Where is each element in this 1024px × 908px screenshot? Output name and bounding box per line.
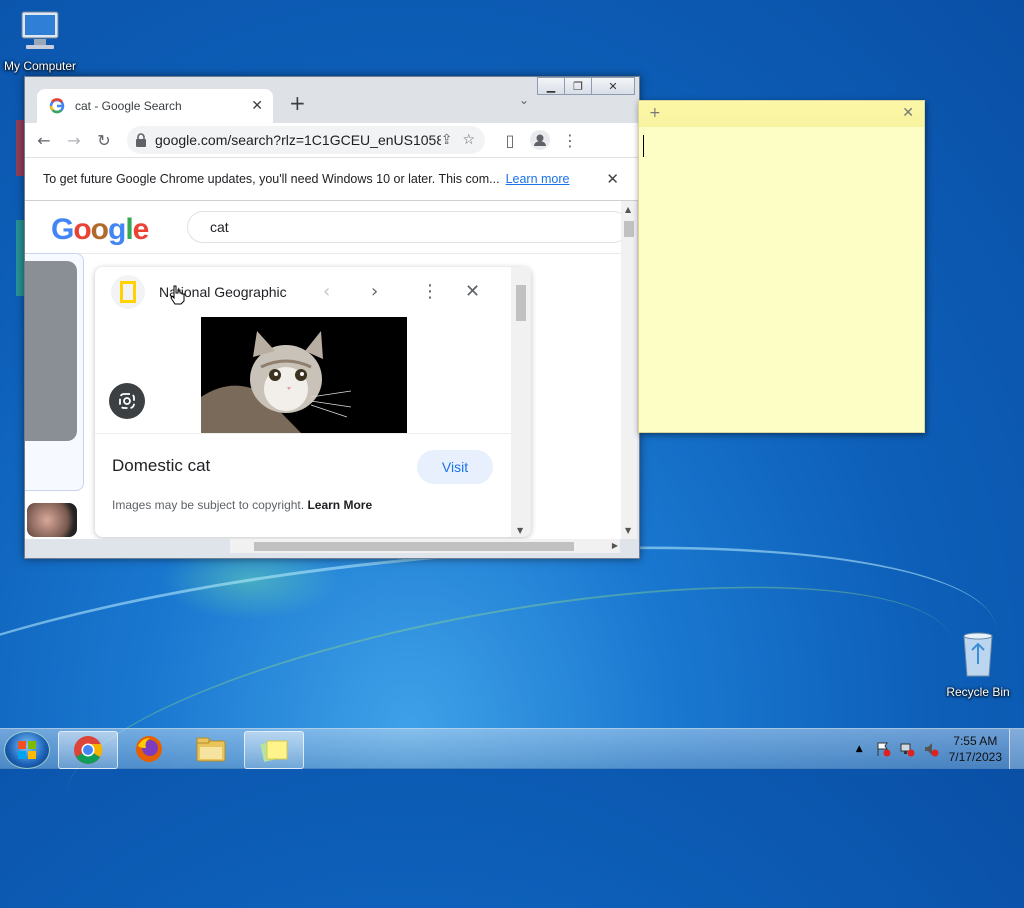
left-result-image[interactable] [25,261,77,441]
scroll-down-icon[interactable]: ▼ [625,526,631,535]
national-geographic-logo-icon [111,275,145,309]
desktop-icon-recycle-bin[interactable]: Recycle Bin [940,630,1016,699]
hand-cursor-icon [170,285,185,305]
minimize-button[interactable]: ▁ [537,77,565,95]
scroll-up-icon[interactable]: ▲ [625,205,631,214]
forward-arrow-icon[interactable]: → [63,129,85,151]
copyright-learn-more-link[interactable]: Learn More [307,498,372,512]
taskbar-chrome-button[interactable] [58,731,118,769]
tab-cat-search[interactable]: cat - Google Search ✕ [37,89,273,123]
image-title[interactable]: Domestic cat [112,456,210,476]
google-favicon-icon [49,98,65,114]
google-lens-icon[interactable] [109,383,145,419]
system-tray: ▲ 7:55 AM 7/17/2023 [856,729,1024,769]
address-bar[interactable]: google.com/search?rlz=1C1GCEU_enUS1058..… [127,126,485,154]
share-icon[interactable]: ⇪ [441,132,453,148]
scroll-right-icon[interactable]: ▶ [612,541,618,550]
page-vertical-scrollbar[interactable]: ▲ ▼ [621,201,637,539]
page-content: Google National Geographic ‹ › ⋮ ✕ [25,201,621,539]
panel-scroll-down-icon[interactable]: ▼ [517,526,523,535]
taskbar: ▲ 7:55 AM 7/17/2023 [0,728,1024,769]
profile-avatar-icon[interactable] [529,129,551,151]
desktop-icon-my-computer[interactable]: My Computer [2,8,78,73]
clock-date: 7/17/2023 [948,750,1002,764]
vertical-scroll-thumb[interactable] [624,221,634,237]
url-text[interactable]: google.com/search?rlz=1C1GCEU_enUS1058..… [155,132,441,148]
update-infobar: To get future Google Chrome updates, you… [25,157,639,201]
my-computer-label: My Computer [3,59,77,73]
show-hidden-icons-icon[interactable]: ▲ [856,744,863,754]
desktop-icon-partial[interactable] [16,220,24,296]
toolbar: ← → ↻ google.com/search?rlz=1C1GCEU_enUS… [25,123,639,157]
search-input[interactable] [208,218,592,236]
restore-button[interactable]: ❐ [564,77,592,95]
page-horizontal-scrollbar[interactable]: ▶ [230,539,620,553]
taskbar-firefox-button[interactable] [120,731,178,767]
new-tab-button[interactable]: + [289,91,306,115]
chrome-window: cat - Google Search ✕ + ⌄ ▁ ❐ ✕ ← → ↻ go… [24,76,640,559]
infobar-message: To get future Google Chrome updates, you… [43,172,500,186]
computer-icon [21,11,59,49]
sticky-notes-icon [260,740,288,762]
tab-title: cat - Google Search [75,99,182,113]
add-note-icon[interactable]: + [649,105,661,121]
lock-icon [136,133,146,147]
side-panel-icon[interactable]: ▯ [499,129,521,151]
window-controls: ▁ ❐ ✕ [537,77,635,95]
clock-time: 7:55 AM [953,734,998,748]
google-doodle-logo[interactable]: Google [51,213,149,247]
cat-image[interactable] [201,317,407,433]
bookmark-star-icon[interactable]: ☆ [462,132,475,148]
taskbar-explorer-button[interactable] [182,731,240,767]
close-panel-icon[interactable]: ✕ [465,281,480,302]
previous-image-icon[interactable]: ‹ [323,281,330,302]
taskbar-sticky-notes-button[interactable] [244,731,304,769]
header-divider [25,253,621,254]
tab-close-icon[interactable]: ✕ [251,98,263,114]
panel-scrollbar[interactable]: ▼ [511,267,531,537]
desktop-icon-partial[interactable] [16,120,24,176]
copyright-notice: Images may be subject to copyright. Lear… [112,498,372,512]
image-area [95,317,511,439]
volume-muted-icon[interactable] [923,741,939,757]
start-button[interactable] [4,731,50,769]
recycle-bin-icon [963,632,993,677]
image-info: Domestic cat Visit Images may be subject… [95,433,511,537]
image-preview-panel: National Geographic ‹ › ⋮ ✕ Domestic cat… [95,267,531,537]
panel-header: National Geographic ‹ › ⋮ ✕ [95,267,511,317]
close-window-button[interactable]: ✕ [591,77,635,95]
clock[interactable]: 7:55 AM 7/17/2023 [949,733,1002,765]
file-explorer-icon [196,737,226,762]
windows-logo-icon [18,741,36,759]
show-desktop-button[interactable] [1009,729,1024,769]
horizontal-scroll-thumb[interactable] [254,542,574,551]
copyright-text: Images may be subject to copyright. [112,498,305,512]
close-note-icon[interactable]: ✕ [902,105,914,121]
tab-search-chevron-icon[interactable]: ⌄ [519,93,529,107]
sticky-note-titlebar[interactable]: + ✕ [639,101,924,127]
infobar-close-icon[interactable]: ✕ [606,170,619,188]
back-arrow-icon[interactable]: ← [33,129,55,151]
chrome-icon [74,736,103,764]
more-options-icon[interactable]: ⋮ [421,281,439,302]
infobar-learn-more-link[interactable]: Learn more [506,172,570,186]
text-caret [643,135,644,157]
network-icon[interactable] [899,741,915,757]
next-image-icon[interactable]: › [371,281,378,302]
firefox-icon [136,736,162,762]
action-center-flag-icon[interactable] [875,741,891,757]
chrome-menu-icon[interactable]: ⋮ [559,129,581,151]
panel-scroll-thumb[interactable] [516,285,526,321]
left-thumbnail[interactable] [27,503,77,537]
visit-button[interactable]: Visit [417,450,493,484]
recycle-bin-label: Recycle Bin [946,685,1010,699]
search-box[interactable] [187,211,621,243]
reload-icon[interactable]: ↻ [93,129,115,151]
sticky-note[interactable]: + ✕ [638,100,925,433]
